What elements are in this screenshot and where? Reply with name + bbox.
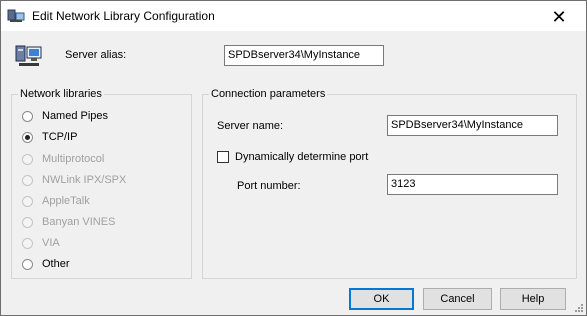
radio-button[interactable] bbox=[22, 132, 33, 143]
radio-label: Named Pipes bbox=[42, 110, 109, 122]
radio-label: TCP/IP bbox=[42, 131, 78, 143]
radio-button bbox=[22, 217, 33, 228]
port-number-label: Port number: bbox=[237, 180, 301, 192]
radio-label: AppleTalk bbox=[42, 195, 90, 207]
cancel-button[interactable]: Cancel bbox=[423, 288, 492, 310]
server-alias-label: Server alias: bbox=[65, 49, 127, 61]
radio-button bbox=[22, 175, 33, 186]
radio-label: Banyan VINES bbox=[42, 216, 116, 228]
close-button[interactable]: ✕ bbox=[548, 7, 570, 27]
connection-parameters-title: Connection parameters bbox=[209, 88, 328, 101]
help-button[interactable]: Help bbox=[500, 288, 566, 310]
window-title: Edit Network Library Configuration bbox=[32, 9, 215, 23]
radio-label: Other bbox=[42, 258, 70, 270]
title-bar[interactable]: Edit Network Library Configuration ✕ bbox=[1, 1, 586, 31]
radio-label: NWLink IPX/SPX bbox=[42, 174, 127, 186]
radio-label: VIA bbox=[42, 237, 60, 249]
network-config-icon bbox=[7, 8, 25, 24]
radio-button bbox=[22, 154, 33, 165]
network-libraries-title: Network libraries bbox=[18, 88, 104, 101]
radio-button bbox=[22, 196, 33, 207]
port-number-input[interactable]: 3123 bbox=[387, 174, 558, 195]
server-name-label: Server name: bbox=[217, 120, 284, 132]
dynamic-port-label: Dynamically determine port bbox=[235, 151, 369, 163]
dialog-window: Edit Network Library Configuration ✕ Ser… bbox=[0, 0, 587, 316]
radio-button[interactable] bbox=[22, 111, 33, 122]
computer-network-icon bbox=[14, 43, 44, 69]
connection-parameters-group: Connection parameters Server name: SPDBs… bbox=[202, 88, 577, 279]
dynamic-port-checkbox[interactable] bbox=[217, 151, 229, 163]
radio-button bbox=[22, 238, 33, 249]
ok-button[interactable]: OK bbox=[349, 288, 414, 310]
resize-grip-icon[interactable] bbox=[572, 301, 584, 313]
network-libraries-group: Network libraries Named Pipes TCP/IP Mul… bbox=[11, 88, 192, 279]
radio-button[interactable] bbox=[22, 259, 33, 270]
server-name-input[interactable]: SPDBserver34\MyInstance bbox=[387, 115, 558, 136]
radio-label: Multiprotocol bbox=[42, 153, 105, 165]
server-alias-input[interactable]: SPDBserver34\MyInstance bbox=[224, 45, 384, 66]
